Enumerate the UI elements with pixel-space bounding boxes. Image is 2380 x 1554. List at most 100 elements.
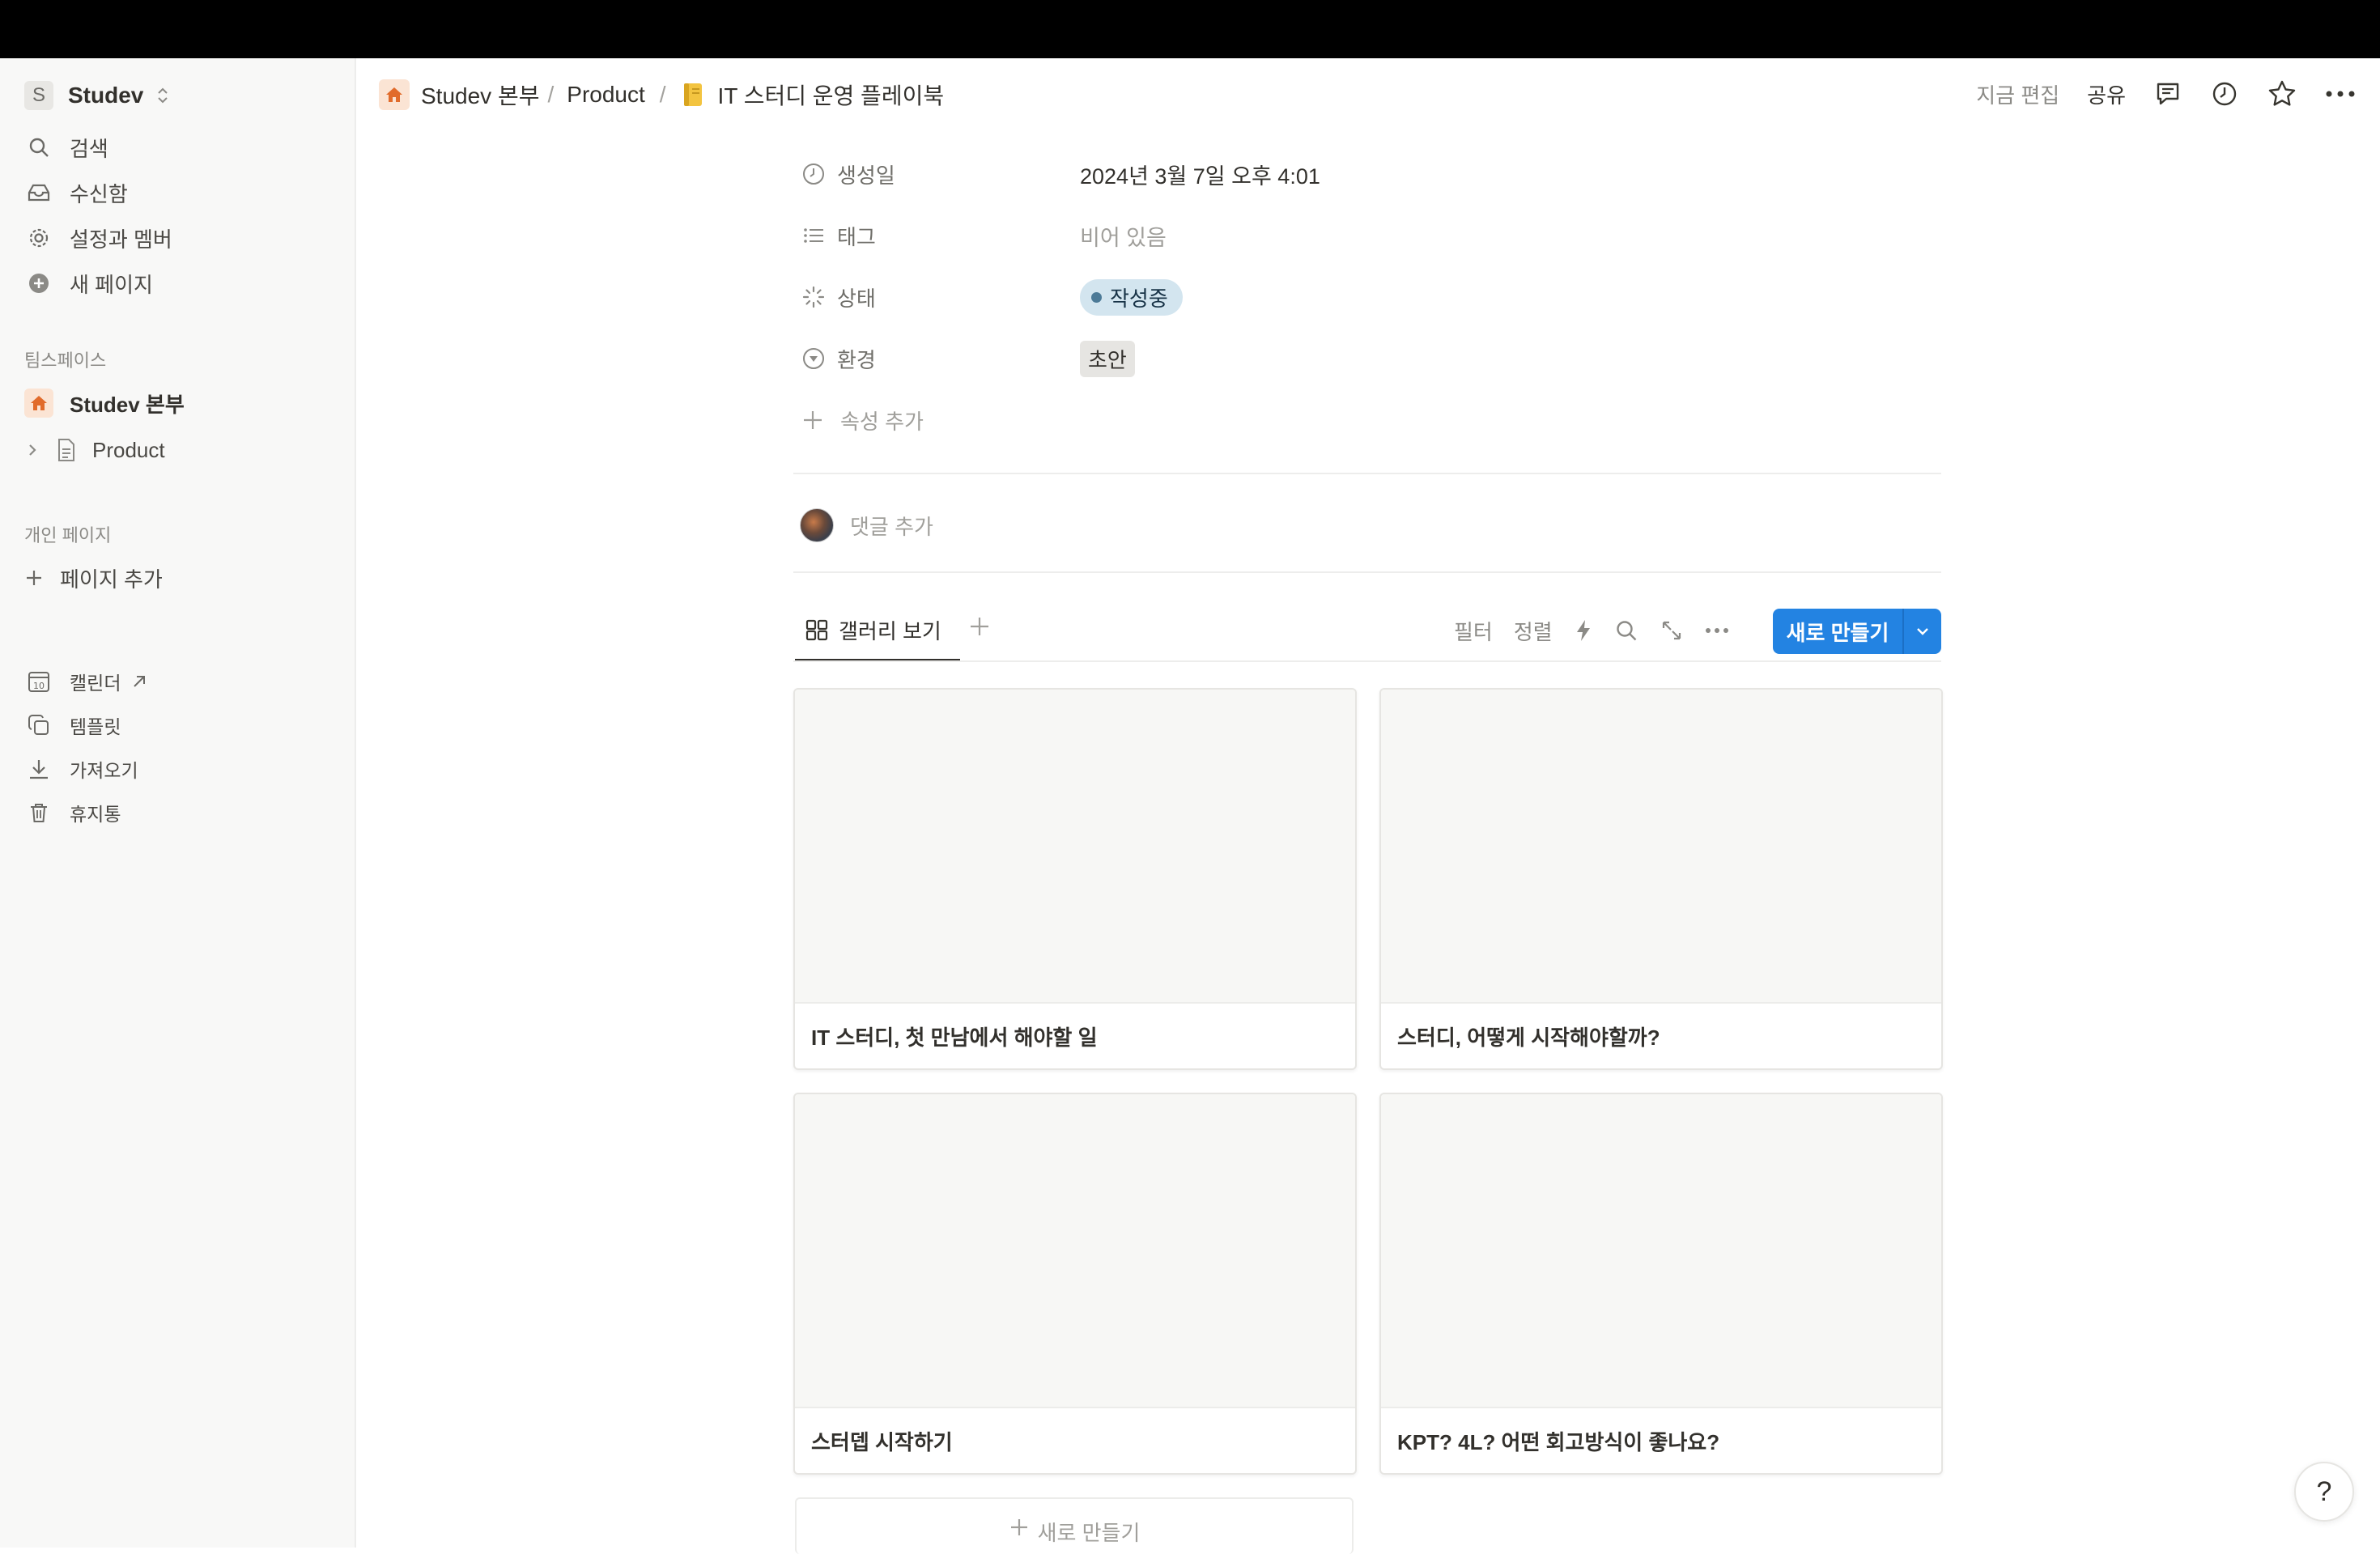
property-tags[interactable]: 태그 비어 있음 [801,217,1167,254]
sidebar-item-label: 수신함 [70,181,128,206]
property-label: 상태 [801,282,1080,312]
sidebar-item-label: 가져오기 [70,760,138,781]
home-icon [379,79,410,110]
download-icon [24,754,53,783]
notebook-icon [679,81,707,108]
sidebar-item-product[interactable]: Product [24,432,165,468]
property-label: 환경 [801,344,1080,374]
property-environment[interactable]: 환경 초안 [801,340,1135,377]
chevron-down-icon[interactable] [1904,609,1941,654]
comment-placeholder: 댓글 추가 [850,514,933,539]
sidebar-item-label: 휴지통 [70,804,121,825]
sidebar-item-label: 템플릿 [70,716,121,737]
avatar [800,508,834,542]
sidebar-item-new-page[interactable]: 새 페이지 [24,265,153,301]
property-created[interactable]: 생성일 2024년 3월 7일 오후 4:01 [801,155,1320,193]
more-icon[interactable] [1705,626,1729,635]
select-icon [801,346,826,371]
search-icon[interactable] [1614,618,1638,643]
add-view-plus-icon[interactable] [968,615,991,638]
comment-input[interactable]: 댓글 추가 [800,507,933,544]
card-title: 스터뎁 시작하기 [811,1429,953,1454]
workspace-switcher[interactable]: S Studev [24,79,171,112]
property-label-text: 환경 [837,347,876,372]
status-badge[interactable]: 작성중 [1080,278,1183,316]
new-button[interactable]: 새로 만들기 [1773,609,1941,654]
status-dot [1091,291,1102,303]
template-icon [24,711,53,740]
star-icon[interactable] [2267,79,2297,109]
home-icon [24,388,53,418]
filter-button[interactable]: 필터 [1454,616,1493,646]
gallery-card[interactable]: 스터뎁 시작하기 [793,1093,1357,1475]
lightning-icon[interactable] [1574,618,1593,643]
breadcrumb: Studev 본부 / Product / IT 스터디 운영 플레이북 [379,76,944,113]
sidebar-item-templates[interactable]: 템플릿 [24,709,121,741]
svg-text:10: 10 [33,681,45,691]
breadcrumb-label: Studev 본부 [421,83,540,108]
breadcrumb-label: IT 스터디 운영 플레이북 [717,83,945,108]
sidebar-item-studev-hq[interactable]: Studev 본부 [24,385,185,421]
gallery-card[interactable]: KPT? 4L? 어떤 회고방식이 좋나요? [1379,1093,1943,1475]
property-value-tags: 비어 있음 [1080,225,1167,250]
sidebar-item-label: Studev 본부 [70,392,185,417]
gallery-card[interactable]: IT 스터디, 첫 만남에서 해야할 일 [793,688,1357,1070]
gallery-card[interactable]: 스터디, 어떻게 시작해야할까? [1379,688,1943,1070]
new-card-label: 새로 만들기 [1037,1521,1141,1545]
private-heading: 개인 페이지 [24,525,112,546]
view-toolbar: 필터 정렬 [1454,610,1729,651]
sidebar-item-search[interactable]: 검색 [24,130,108,165]
status-icon [801,285,826,309]
property-status[interactable]: 상태 작성중 [801,278,1183,316]
property-value-created: 2024년 3월 7일 오후 4:01 [1080,163,1320,189]
page-icon [52,435,81,465]
add-property-label: 속성 추가 [840,409,924,434]
add-property-button[interactable]: 속성 추가 [801,401,924,439]
sort-button[interactable]: 정렬 [1514,616,1553,646]
card-cover [1381,1094,1941,1408]
help-button[interactable]: ? [2294,1462,2354,1522]
card-cover [1381,690,1941,1004]
history-clock-icon[interactable] [2210,79,2239,108]
plus-circle-icon [24,269,53,298]
gallery-new-card-button[interactable]: 새로 만들기 [795,1497,1354,1554]
environment-badge[interactable]: 초안 [1080,340,1135,377]
card-cover [795,1094,1355,1408]
sidebar-item-label: 검색 [70,136,108,161]
chevron-right-icon[interactable] [24,440,40,460]
sidebar-item-calendar[interactable]: 10 캘린더 [24,665,148,698]
calendar-icon: 10 [24,667,53,696]
add-page-label: 페이지 추가 [60,567,163,592]
add-page-button[interactable]: 페이지 추가 [24,560,163,596]
inbox-icon [24,178,53,207]
share-button[interactable]: 공유 [2087,79,2126,109]
gallery-grid-icon [805,618,829,642]
workspace-name: Studev [68,83,144,108]
sidebar-item-settings[interactable]: 설정과 멤버 [24,220,172,256]
sidebar-item-label: 캘린더 [70,673,121,694]
gear-icon [24,223,53,253]
workspace-avatar: S [24,81,53,110]
sidebar-item-trash[interactable]: 휴지통 [24,796,121,829]
card-title: IT 스터디, 첫 만남에서 해야할 일 [811,1025,1098,1050]
new-button-label[interactable]: 새로 만들기 [1773,609,1904,654]
divider [793,571,1941,573]
breadcrumb-separator: / [547,82,555,107]
comment-icon[interactable] [2153,79,2182,108]
breadcrumb-label: Product [567,82,645,107]
property-label-text: 생성일 [837,163,895,188]
expand-icon[interactable] [1660,618,1684,643]
sidebar-item-inbox[interactable]: 수신함 [24,175,128,210]
teamspace-heading: 팀스페이스 [24,350,107,371]
status-badge-label: 작성중 [1110,286,1168,311]
sidebar-item-import[interactable]: 가져오기 [24,753,138,785]
sidebar-item-label: 새 페이지 [70,272,153,297]
header-actions: 지금 편집 공유 [1976,74,2356,113]
tab-label: 갤러리 보기 [839,618,941,643]
breadcrumb-item-product[interactable]: Product [567,82,645,108]
tab-gallery-view[interactable]: 갤러리 보기 [805,612,941,648]
card-cover [795,690,1355,1004]
more-icon[interactable] [2325,89,2356,99]
breadcrumb-item-studev-hq[interactable]: Studev 본부 [379,79,539,111]
breadcrumb-item-playbook[interactable]: IT 스터디 운영 플레이북 [679,79,945,111]
